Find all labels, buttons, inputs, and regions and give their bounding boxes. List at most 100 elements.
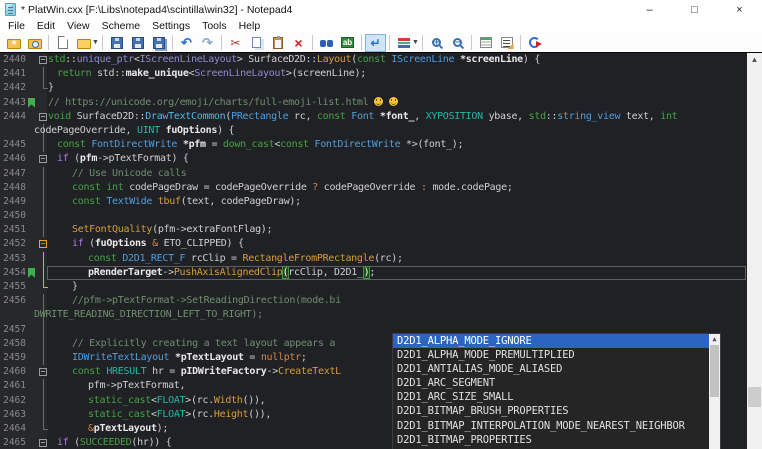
autocomplete-item[interactable]: D2D1_BITMAP_PROPERTIES [393,433,709,447]
menu-item-view[interactable]: View [61,19,96,33]
autocomplete-scroll-thumb[interactable] [710,345,719,397]
scroll-up-icon[interactable]: ▲ [747,55,762,64]
marker-margin[interactable] [26,323,47,337]
marker-margin[interactable] [26,252,47,266]
code-line-2444[interactable]: 2444−void SurfaceD2D::DrawTextCommon(PRe… [0,110,747,124]
code-line-2447[interactable]: 2447// Use Unicode calls [0,167,747,181]
menu-item-tools[interactable]: Tools [196,19,233,33]
marker-margin[interactable] [26,67,47,81]
code-line-2452[interactable]: 2452−if (fuOptions & ETO_CLIPPED) { [0,237,747,251]
autocomplete-item[interactable]: D2D1_BITMAP_INTERPOLATION_MODE_NEAREST_N… [393,419,709,433]
save-as-button[interactable] [127,34,148,52]
code-line-2455[interactable]: 2455} [0,280,747,294]
marker-margin[interactable] [26,280,47,294]
save-all-button[interactable] [148,34,169,52]
marker-margin[interactable]: − [26,365,47,379]
fold-collapse-icon[interactable]: − [39,113,47,121]
editor-scrollbar[interactable]: ▲ [747,53,762,449]
modify-lines-button[interactable] [475,34,496,52]
editor-scroll-thumb[interactable] [748,387,761,407]
fold-collapse-icon[interactable]: − [39,56,47,64]
scroll-up-icon[interactable]: ▲ [709,334,720,344]
code-line-2446[interactable]: 2446−if (pfm->pTextFormat) { [0,152,747,166]
marker-margin[interactable] [26,223,47,237]
marker-margin[interactable] [26,81,47,95]
copy-button[interactable] [246,34,267,52]
marker-margin[interactable] [26,266,47,280]
menu-item-edit[interactable]: Edit [31,19,61,33]
code-line-2448[interactable]: 2448const int codePageDraw = codePageOve… [0,181,747,195]
menu-item-settings[interactable]: Settings [146,19,196,33]
marker-margin[interactable] [26,181,47,195]
code-line-wrap[interactable]: codePageOverride, UINT fuOptions) { [0,124,747,138]
autocomplete-list[interactable]: D2D1_ALPHA_MODE_IGNORED2D1_ALPHA_MODE_PR… [393,334,709,449]
code-line-2442[interactable]: 2442} [0,81,747,95]
favorites-button[interactable] [3,34,24,52]
marker-margin[interactable] [26,408,47,422]
marker-margin[interactable] [26,294,47,308]
word-wrap-button[interactable]: ↵ [365,34,386,52]
autocomplete-item[interactable]: D2D1_ARC_SIZE_SMALL [393,390,709,404]
fold-collapse-icon[interactable]: − [39,368,47,376]
open-file-button[interactable] [73,34,94,52]
autocomplete-item[interactable]: D2D1_ALPHA_MODE_PREMULTIPLIED [393,348,709,362]
marker-margin[interactable] [26,394,47,408]
exit-button[interactable] [524,34,545,52]
paste-button[interactable] [267,34,288,52]
marker-margin[interactable]: − [26,53,47,67]
autocomplete-item[interactable]: D2D1_BITMAP_BRUSH_PROPERTIES [393,404,709,418]
zoom-in-button[interactable]: + [426,34,447,52]
menu-item-help[interactable]: Help [233,19,267,33]
menu-item-scheme[interactable]: Scheme [96,19,147,33]
find-button[interactable] [316,34,337,52]
marker-margin[interactable]: − [26,110,47,124]
marker-margin[interactable]: − [26,152,47,166]
fold-collapse-icon[interactable]: − [39,439,47,447]
code-line-2456[interactable]: 2456//pfm->pTextFormat->SetReadingDirect… [0,294,747,308]
code-line-wrap[interactable]: DWRITE_READING_DIRECTION_LEFT_TO_RIGHT); [0,308,747,322]
marker-margin[interactable] [26,337,47,351]
select-scheme-button[interactable] [393,34,414,52]
code-line-2450[interactable]: 2450 [0,209,747,223]
replace-button[interactable]: ab [337,34,358,52]
code-line-2440[interactable]: 2440−std::unique_ptr<IScreenLineLayout> … [0,53,747,67]
marker-margin[interactable] [26,138,47,152]
code-style-button[interactable] [496,34,517,52]
undo-button[interactable]: ↶ [176,34,197,52]
marker-margin[interactable] [26,422,47,436]
fold-collapse-icon[interactable]: − [39,240,47,248]
autocomplete-item[interactable]: D2D1_ARC_SEGMENT [393,376,709,390]
menu-item-file[interactable]: File [2,19,31,33]
code-line-2449[interactable]: 2449const TextWide tbuf(text, codePageDr… [0,195,747,209]
marker-margin[interactable] [26,379,47,393]
code-line-2445[interactable]: 2445const FontDirectWrite *pfm = down_ca… [0,138,747,152]
maximize-button[interactable]: □ [672,0,717,19]
code-line-2441[interactable]: 2441return std::make_unique<ScreenLineLa… [0,67,747,81]
code-line-2451[interactable]: 2451SetFontQuality(pfm->extraFontFlag); [0,223,747,237]
zoom-out-button[interactable]: − [447,34,468,52]
marker-margin[interactable] [26,209,47,223]
autocomplete-scrollbar[interactable]: ▲ [709,334,720,449]
marker-margin[interactable] [26,96,47,110]
code-editor[interactable]: 2440−std::unique_ptr<IScreenLineLayout> … [0,53,762,449]
code-line-2443[interactable]: 2443// https://unicode.org/emoji/charts/… [0,96,747,110]
minimize-button[interactable]: – [627,0,672,19]
title-bar[interactable]: * PlatWin.cxx [F:\Libs\notepad4\scintill… [0,0,762,19]
close-button[interactable]: × [717,0,762,19]
new-file-button[interactable] [52,34,73,52]
redo-button[interactable]: ↷ [197,34,218,52]
cut-button[interactable]: ✂ [225,34,246,52]
autocomplete-item[interactable]: D2D1_ALPHA_MODE_IGNORE [393,334,709,348]
code-line-2454[interactable]: 2454pRenderTarget->PushAxisAlignedClip(r… [0,266,747,280]
code-line-2453[interactable]: 2453const D2D1_RECT_F rcClip = Rectangle… [0,252,747,266]
marker-margin[interactable] [26,167,47,181]
autocomplete-item[interactable]: D2D1_ANTIALIAS_MODE_ALIASED [393,362,709,376]
fold-collapse-icon[interactable]: − [39,155,47,163]
marker-margin[interactable] [26,351,47,365]
save-button[interactable] [106,34,127,52]
marker-margin[interactable]: − [26,237,47,251]
browse-files-button[interactable] [24,34,45,52]
marker-margin[interactable]: − [26,436,47,449]
delete-button[interactable]: × [288,34,309,52]
marker-margin[interactable] [26,195,47,209]
